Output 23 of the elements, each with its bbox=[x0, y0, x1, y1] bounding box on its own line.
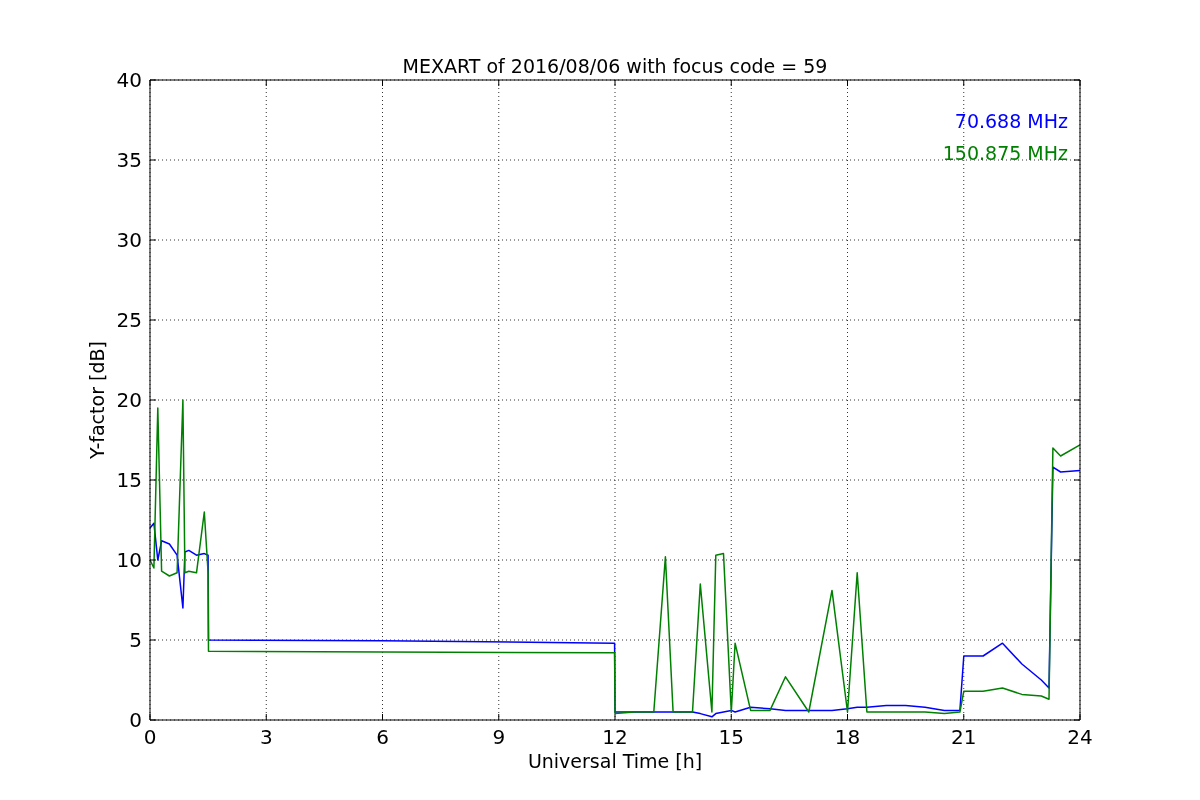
tick-label: 6 bbox=[376, 725, 389, 749]
tick-label: 25 bbox=[116, 308, 142, 332]
tick-label: 20 bbox=[116, 388, 142, 412]
legend-label: 70.688 MHz bbox=[954, 110, 1068, 132]
tick-label: 3 bbox=[259, 725, 273, 749]
tick-label: 24 bbox=[1067, 725, 1093, 749]
tick-label: 40 bbox=[116, 68, 142, 92]
tick-label: 35 bbox=[116, 148, 142, 172]
tick-label: 10 bbox=[116, 548, 142, 572]
tick-label: 15 bbox=[116, 468, 142, 492]
tick-label: 0 bbox=[129, 708, 142, 732]
tick-label: 15 bbox=[718, 725, 744, 749]
chart-title: MEXART of 2016/08/06 with focus code = 59 bbox=[402, 55, 828, 77]
tick-label: 5 bbox=[129, 628, 142, 652]
tick-label: 9 bbox=[492, 725, 506, 749]
tick-label: 21 bbox=[951, 725, 977, 749]
axis-title: Y-factor [dB] bbox=[86, 341, 108, 459]
tick-label: 0 bbox=[143, 725, 157, 749]
tick-label: 18 bbox=[834, 725, 861, 749]
axis-title: Universal Time [h] bbox=[527, 750, 703, 772]
legend-label: 150.875 MHz bbox=[942, 142, 1068, 164]
tick-label: 30 bbox=[116, 228, 142, 252]
tick-label: 12 bbox=[602, 725, 628, 749]
